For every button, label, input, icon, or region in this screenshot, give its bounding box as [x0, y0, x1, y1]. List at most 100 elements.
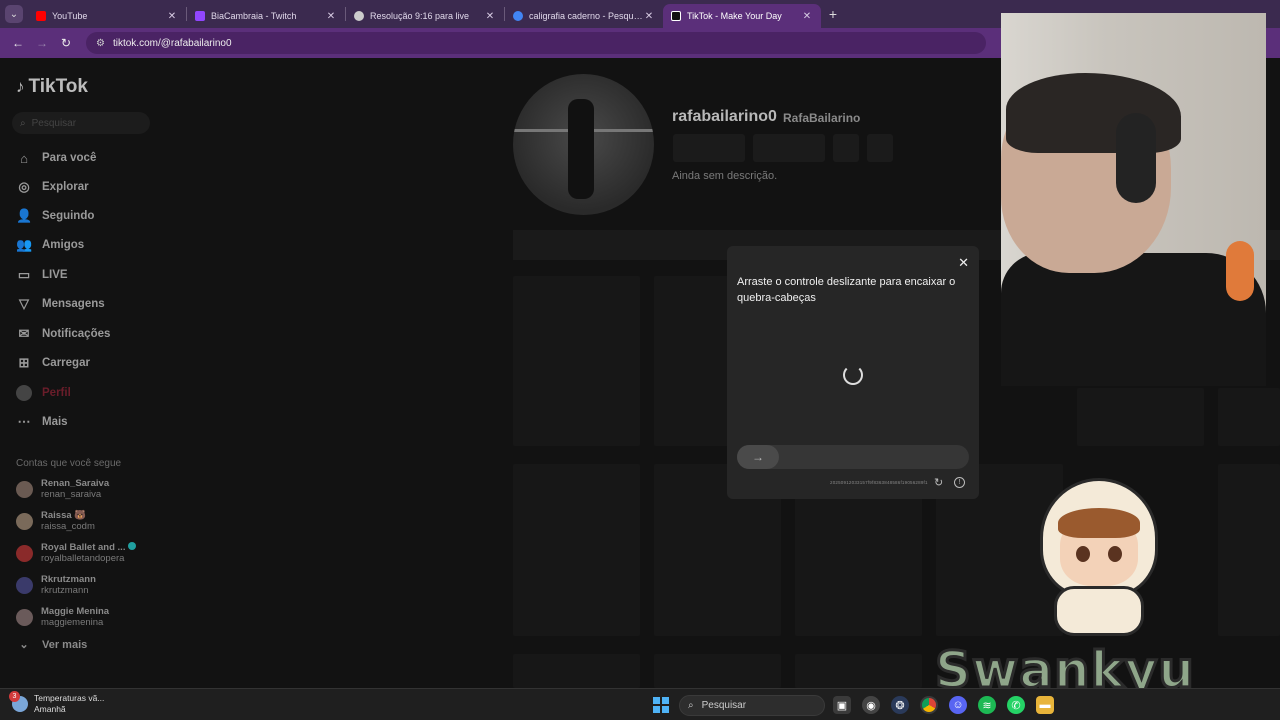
forward-button[interactable]: → — [30, 36, 54, 50]
captcha-modal: ✕ Arraste o controle deslizante para enc… — [727, 246, 979, 499]
browser-tab-resolucao[interactable]: Resolução 9:16 para live ✕ — [346, 4, 504, 28]
whatsapp-icon[interactable]: ✆ — [1007, 696, 1025, 714]
mascot-suit — [1054, 586, 1144, 636]
dancer-figure — [568, 99, 594, 199]
close-icon[interactable]: ✕ — [325, 11, 337, 22]
sidebar-item-label: Notificações — [42, 328, 111, 340]
close-icon[interactable]: ✕ — [166, 11, 178, 22]
upload-icon: ⊞ — [18, 355, 30, 370]
profile-icon — [16, 385, 32, 401]
sidebar-item-label: Mensagens — [42, 298, 105, 310]
taskbar-search-placeholder: Pesquisar — [701, 700, 747, 711]
tab-title: TikTok - Make Your Day — [687, 11, 782, 21]
following-icon: 👤 — [16, 208, 33, 223]
info-icon[interactable]: ! — [954, 477, 965, 488]
sidebar-item-perfil[interactable]: Perfil — [16, 383, 71, 403]
captcha-slider-handle[interactable]: → — [737, 445, 779, 469]
new-tab-button[interactable]: + — [821, 6, 845, 22]
sidebar-item-para-voce[interactable]: ⌂ Para você — [16, 148, 96, 168]
headset — [1116, 113, 1156, 203]
windows-start-icon[interactable] — [653, 697, 669, 713]
file-explorer-icon[interactable]: ▬ — [1036, 696, 1054, 714]
app-shell-icon[interactable]: ❂ — [891, 696, 909, 714]
close-icon[interactable]: ✕ — [484, 11, 496, 22]
sidebar-item-label: LIVE — [42, 269, 68, 281]
tab-title: Resolução 9:16 para live — [370, 11, 470, 21]
tab-title: YouTube — [52, 11, 88, 21]
reload-button[interactable]: ↻ — [54, 36, 78, 50]
suggest-button-placeholder[interactable] — [833, 134, 859, 162]
sidebar-item-label: Para você — [42, 152, 97, 164]
weather-icon: 3 — [9, 691, 28, 712]
video-placeholder[interactable] — [513, 654, 640, 688]
message-button-placeholder[interactable] — [753, 134, 825, 162]
task-view-icon[interactable]: ▣ — [833, 696, 851, 714]
account-name: Rkrutzmann — [41, 574, 96, 585]
sidebar-item-label: Seguindo — [42, 210, 95, 222]
account-handle: raissa_codm — [41, 521, 95, 532]
close-icon[interactable]: ✕ — [801, 11, 813, 22]
discord-icon[interactable]: ☺ — [949, 696, 967, 714]
sidebar-item-live[interactable]: ▭ LIVE — [16, 265, 68, 285]
browser-tab-google[interactable]: caligrafia caderno - Pesquisa Google ✕ — [505, 4, 663, 28]
sidebar-item-seguindo[interactable]: 👤 Seguindo — [16, 206, 94, 226]
following-account[interactable]: Rkrutzmann rkrutzmann — [16, 571, 96, 599]
browser-tab-twitch[interactable]: BiaCambraia - Twitch ✕ — [187, 4, 345, 28]
following-account[interactable]: Renan_Saraiva renan_saraiva — [16, 475, 109, 503]
account-name: Renan_Saraiva — [41, 478, 110, 489]
live-icon: ▭ — [17, 267, 31, 282]
arrow-right-icon: → — [752, 450, 764, 464]
weather-widget[interactable]: 3 Temperaturas vã... Amanhã — [9, 691, 104, 715]
logo-text: TikTok — [28, 76, 88, 97]
browser-tab-youtube[interactable]: YouTube ✕ — [28, 4, 186, 28]
back-button[interactable]: ← — [6, 36, 30, 50]
captcha-title: Arraste o controle deslizante para encai… — [737, 276, 956, 304]
messages-icon: ▽ — [19, 296, 29, 311]
video-placeholder[interactable] — [1218, 388, 1280, 446]
video-placeholder[interactable] — [795, 654, 922, 688]
video-placeholder[interactable] — [654, 654, 781, 688]
sidebar-item-amigos[interactable]: 👥 Amigos — [16, 235, 84, 255]
sidebar-item-mensagens[interactable]: ▽ Mensagens — [16, 294, 105, 314]
following-account[interactable]: Raissa 🐻 raissa_codm — [16, 507, 95, 535]
sidebar-item-notificacoes[interactable]: ✉ Notificações — [16, 324, 111, 344]
avatar — [16, 480, 33, 498]
mascot-sticker — [1040, 478, 1160, 638]
close-icon[interactable]: ✕ — [643, 11, 655, 22]
video-placeholder[interactable] — [1077, 388, 1204, 446]
google-icon — [513, 11, 523, 21]
tab-search-button[interactable]: ⌄ — [0, 0, 28, 28]
avatar — [16, 576, 33, 594]
search-input[interactable]: ⌕ Pesquisar — [12, 112, 150, 134]
follow-button-placeholder[interactable] — [673, 134, 745, 162]
following-account[interactable]: Maggie Menina maggiemenina — [16, 603, 109, 631]
compass-icon: ◎ — [18, 179, 30, 194]
account-handle: renan_saraiva — [41, 489, 102, 500]
taskbar-search-input[interactable]: ⌕ Pesquisar — [679, 695, 825, 716]
share-button-placeholder[interactable] — [867, 134, 893, 162]
chrome-icon[interactable] — [920, 696, 938, 714]
webcam-overlay — [1001, 13, 1266, 386]
mascot-hair — [1058, 508, 1140, 538]
friends-icon: 👥 — [16, 237, 33, 252]
captcha-slider-track[interactable]: → — [737, 445, 969, 469]
youtube-icon — [36, 11, 46, 21]
account-handle: royalballetandopera — [41, 553, 125, 564]
video-placeholder[interactable] — [513, 276, 640, 446]
following-account[interactable]: Royal Ballet and ... royalballetandopera — [16, 539, 137, 567]
browser-tab-tiktok[interactable]: TikTok - Make Your Day ✕ — [663, 4, 821, 28]
video-placeholder[interactable] — [513, 464, 640, 636]
close-icon[interactable]: ✕ — [958, 255, 969, 271]
url-field[interactable]: ⚙ tiktok.com/@rafabailarino0 — [86, 32, 986, 54]
video-placeholder[interactable] — [1218, 464, 1280, 636]
tab-title: BiaCambraia - Twitch — [211, 11, 297, 21]
sidebar-item-explorar[interactable]: ◎ Explorar — [16, 177, 88, 197]
tiktok-logo[interactable]: ♪ TikTok — [16, 76, 88, 98]
see-more-button[interactable]: ⌄ Ver mais — [16, 638, 87, 652]
sidebar-item-mais[interactable]: ⋯ Mais — [16, 412, 68, 432]
steam-icon[interactable]: ◉ — [862, 696, 880, 714]
sidebar-item-carregar[interactable]: ⊞ Carregar — [16, 353, 90, 373]
refresh-icon[interactable]: ↻ — [934, 476, 943, 489]
site-info-icon[interactable]: ⚙ — [96, 38, 105, 49]
spotify-icon[interactable]: ≋ — [978, 696, 996, 714]
